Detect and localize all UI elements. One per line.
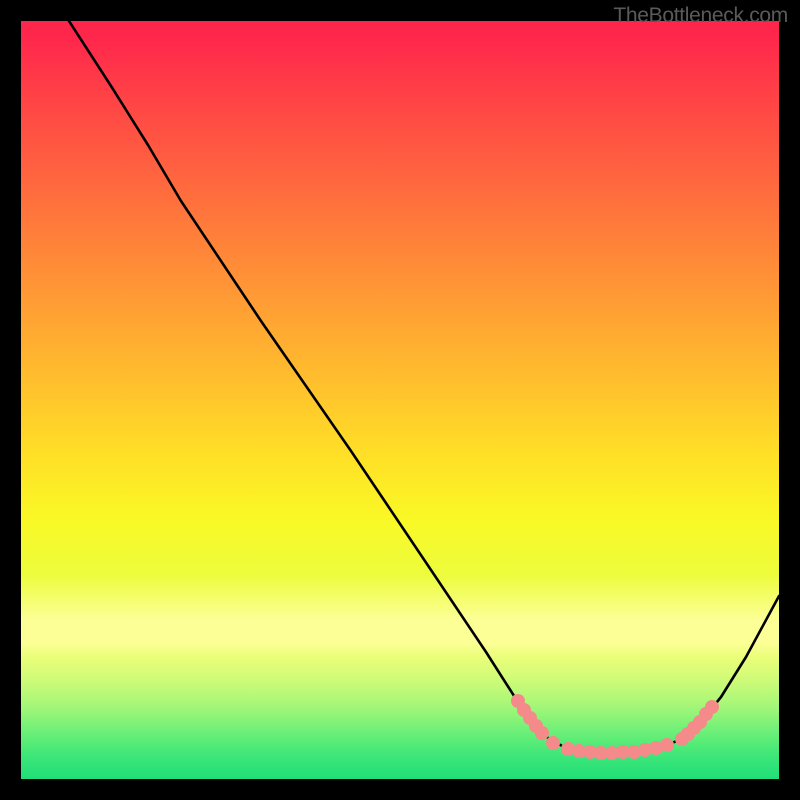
attribution-label: TheBottleneck.com <box>613 4 788 28</box>
bottleneck-curve <box>69 21 779 753</box>
chart-plot-area <box>21 21 779 779</box>
optimal-marker-group <box>511 694 719 760</box>
chart-svg-layer <box>21 21 779 779</box>
